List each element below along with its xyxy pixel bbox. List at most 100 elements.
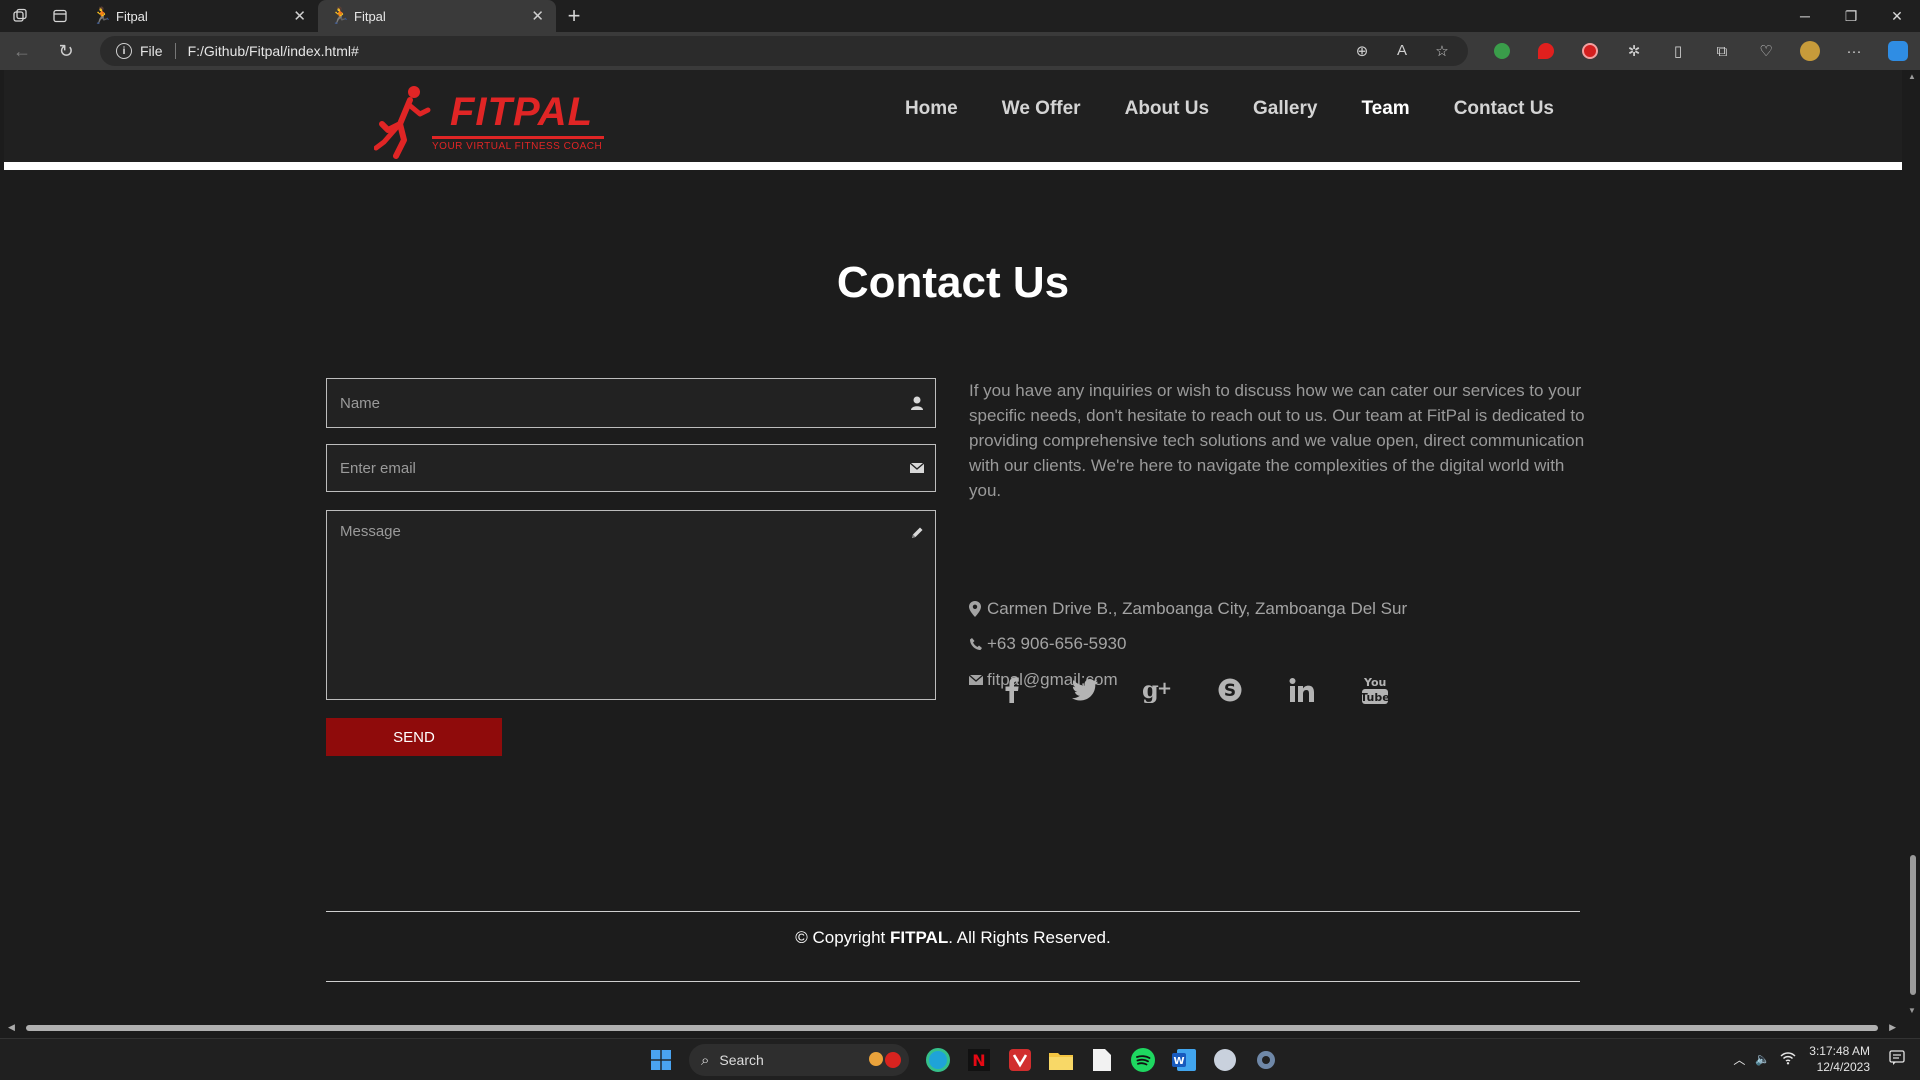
tab-actions-icon[interactable] <box>40 0 80 32</box>
copyright-suffix: . All Rights Reserved. <box>948 928 1111 947</box>
new-tab-button[interactable]: + <box>556 0 592 32</box>
message-placeholder: Message <box>340 523 401 540</box>
show-hidden-icons-icon[interactable]: ︿ <box>1733 1051 1745 1068</box>
site-header: FITPAL YOUR VIRTUAL FITNESS COACH Home W… <box>4 70 1902 170</box>
site-info-icon[interactable]: i <box>116 43 132 59</box>
restore-icon[interactable]: ❐ <box>1828 0 1874 32</box>
spotify-icon[interactable] <box>1122 1044 1163 1076</box>
svg-text:N: N <box>972 1051 985 1070</box>
browser-tab-2[interactable]: 🏃 Fitpal ✕ <box>318 0 556 32</box>
google-plus-icon[interactable]: g + <box>1121 670 1194 710</box>
profile-avatar[interactable] <box>1788 41 1832 61</box>
nav-we-offer[interactable]: We Offer <box>1002 98 1081 120</box>
youtube-icon[interactable]: You Tube <box>1339 670 1412 710</box>
split-screen-icon[interactable]: ▯ <box>1656 42 1700 60</box>
nav-team[interactable]: Team <box>1361 98 1409 120</box>
scroll-up-arrow-icon[interactable]: ▲ <box>1908 72 1916 81</box>
footer-divider-bottom <box>326 981 1580 982</box>
nav-about-us[interactable]: About Us <box>1125 98 1209 120</box>
extension-green-icon[interactable] <box>1480 43 1524 59</box>
fitpal-favicon-icon: 🏃 <box>92 8 112 25</box>
volume-icon[interactable]: 🔈 <box>1755 1052 1770 1066</box>
search-icon: ⌕ <box>701 1051 710 1069</box>
contact-description: If you have any inquiries or wish to dis… <box>969 381 1585 500</box>
address-separator <box>174 43 176 59</box>
close-window-icon[interactable]: ✕ <box>1874 0 1920 32</box>
word-icon[interactable]: W <box>1163 1044 1204 1076</box>
address-bar[interactable]: i File F:/Github/Fitpal/index.html# ⊕ A … <box>100 36 1468 66</box>
facebook-icon[interactable] <box>976 670 1049 710</box>
svg-text:You: You <box>1363 676 1386 689</box>
edge-browser-icon[interactable] <box>917 1044 958 1076</box>
name-placeholder: Name <box>340 394 381 412</box>
name-input[interactable]: Name <box>326 378 936 428</box>
back-icon[interactable]: ← <box>0 32 44 70</box>
horizontal-scrollbar[interactable]: ◀ ▶ <box>4 1020 1902 1036</box>
collections-icon[interactable]: ⧉ <box>1700 43 1744 60</box>
more-options-icon[interactable]: ··· <box>1832 43 1876 60</box>
favorite-star-icon[interactable]: ☆ <box>1424 42 1460 60</box>
notepad-icon[interactable] <box>1081 1044 1122 1076</box>
address-url[interactable]: F:/Github/Fitpal/index.html# <box>188 43 359 59</box>
clock-date: 12/4/2023 <box>1816 1060 1870 1074</box>
taskbar-search-box[interactable]: ⌕ Search <box>689 1044 909 1076</box>
search-highlight-icon <box>869 1052 901 1068</box>
taskbar-search-label: Search <box>719 1052 764 1068</box>
steam-icon[interactable] <box>1204 1044 1245 1076</box>
copyright-text: © Copyright FITPAL. All Rights Reserved. <box>4 928 1902 948</box>
read-aloud-icon[interactable]: A <box>1384 42 1420 60</box>
linkedin-icon[interactable] <box>1266 670 1339 710</box>
extension-red-circle-icon[interactable] <box>1568 43 1612 59</box>
send-button[interactable]: SEND <box>326 718 502 756</box>
scroll-left-arrow-icon[interactable]: ◀ <box>8 1022 15 1033</box>
zoom-icon[interactable]: ⊕ <box>1344 42 1380 60</box>
windows-start-icon[interactable] <box>640 1044 681 1076</box>
nav-home[interactable]: Home <box>905 98 958 120</box>
vivaldi-icon[interactable] <box>999 1044 1040 1076</box>
nav-contact-us[interactable]: Contact Us <box>1454 98 1554 120</box>
runner-logo-icon <box>374 86 431 159</box>
refresh-icon[interactable]: ↻ <box>44 32 88 70</box>
extensions-puzzle-icon[interactable]: ✲ <box>1612 42 1656 60</box>
nav-gallery[interactable]: Gallery <box>1253 98 1317 120</box>
vertical-scroll-thumb[interactable] <box>1910 855 1916 995</box>
close-tab-icon[interactable]: ✕ <box>293 7 306 25</box>
main-nav: Home We Offer About Us Gallery Team Cont… <box>905 98 1554 120</box>
wifi-icon[interactable] <box>1780 1051 1796 1068</box>
message-textarea[interactable]: Message <box>326 510 936 700</box>
envelope-icon <box>909 462 925 473</box>
extension-red-drop-icon[interactable] <box>1524 43 1568 59</box>
fitpal-logo[interactable]: FITPAL YOUR VIRTUAL FITNESS COACH <box>374 84 614 164</box>
scroll-right-arrow-icon[interactable]: ▶ <box>1889 1022 1896 1033</box>
twitter-icon[interactable] <box>1049 670 1122 710</box>
skype-icon[interactable]: S <box>1194 670 1267 710</box>
workspaces-icon[interactable] <box>0 0 40 32</box>
logo-tagline: YOUR VIRTUAL FITNESS COACH <box>432 141 603 152</box>
window-controls: ─ ❐ ✕ <box>1782 0 1920 32</box>
browser-tab-bar: 🏃 Fitpal ✕ 🏃 Fitpal ✕ + ─ ❐ ✕ <box>0 0 1920 32</box>
close-tab-icon[interactable]: ✕ <box>531 7 544 25</box>
netflix-icon[interactable]: N <box>958 1044 999 1076</box>
svg-text:W: W <box>1173 1056 1184 1067</box>
email-input[interactable]: Enter email <box>326 444 936 492</box>
file-explorer-icon[interactable] <box>1040 1044 1081 1076</box>
scroll-down-arrow-icon[interactable]: ▼ <box>1908 1006 1916 1015</box>
copilot-icon[interactable] <box>1876 41 1920 61</box>
user-icon <box>911 396 923 410</box>
taskbar-clock[interactable]: 3:17:48 AM 12/4/2023 <box>1809 1043 1870 1075</box>
copyright-prefix: © Copyright <box>795 928 890 947</box>
svg-text:Tube: Tube <box>1362 691 1388 704</box>
svg-text:+: + <box>1157 678 1172 699</box>
browser-tab-1[interactable]: 🏃 Fitpal ✕ <box>80 0 318 32</box>
horizontal-scroll-thumb[interactable] <box>26 1025 1878 1031</box>
minimize-icon[interactable]: ─ <box>1782 0 1828 32</box>
notifications-icon[interactable] <box>1889 1049 1905 1069</box>
address-text: Carmen Drive B., Zamboanga City, Zamboan… <box>987 599 1408 618</box>
tab-title: Fitpal <box>116 8 148 24</box>
svg-text:S: S <box>1224 681 1236 701</box>
address-actions: ⊕ A ☆ <box>1344 42 1460 60</box>
vertical-scrollbar[interactable]: ▲ ▼ <box>1906 70 1920 1020</box>
browser-essentials-icon[interactable]: ♡ <box>1744 42 1788 60</box>
address-scheme: File <box>140 43 163 59</box>
settings-gear-icon[interactable] <box>1245 1044 1286 1076</box>
